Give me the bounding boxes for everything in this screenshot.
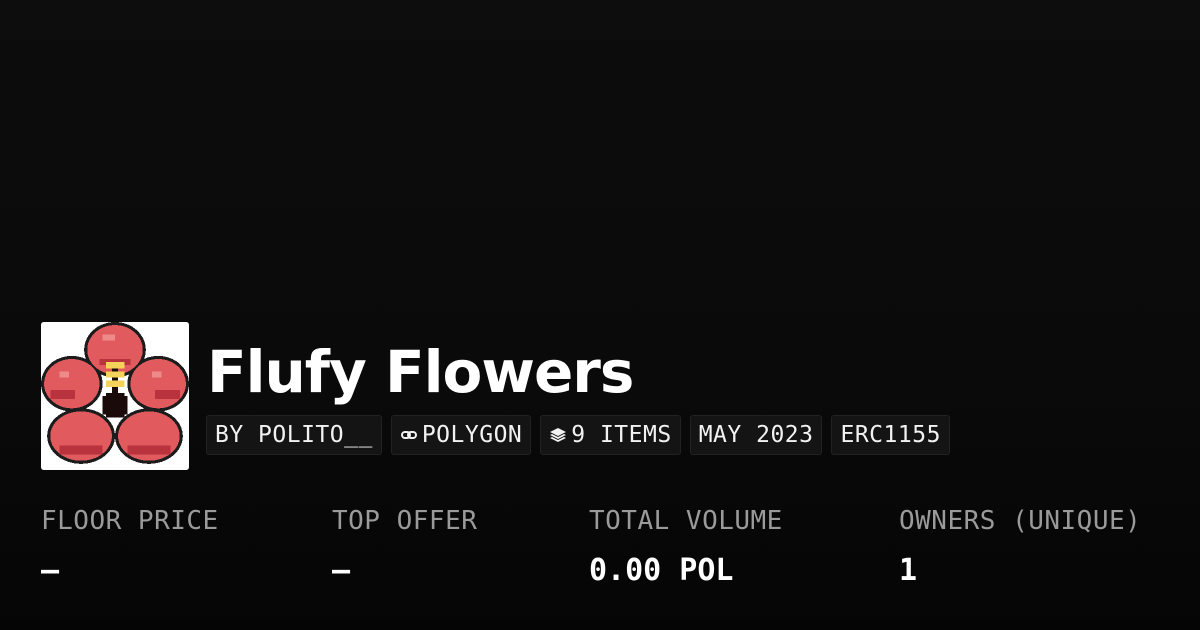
stat-label: TOP OFFER bbox=[332, 506, 478, 536]
stat-label: TOTAL VOLUME bbox=[589, 506, 783, 536]
date-label: MAY 2023 bbox=[698, 422, 814, 448]
stat-value: – bbox=[41, 553, 60, 588]
stat-value: – bbox=[332, 553, 351, 588]
collection-meta-chips: BY POLITO__ POLYGON 9 ITEMS MAY 2023 ERC… bbox=[206, 415, 950, 455]
collection-title: Flufy Flowers bbox=[207, 338, 634, 406]
stat-owners: OWNERS (UNIQUE) 1 bbox=[899, 502, 1141, 590]
standard-chip: ERC1155 bbox=[831, 415, 950, 455]
items-chip[interactable]: 9 ITEMS bbox=[540, 415, 681, 455]
chain-label: POLYGON bbox=[421, 422, 523, 448]
stat-value: 0.00 POL bbox=[589, 553, 734, 588]
stat-floor-price: FLOOR PRICE – bbox=[41, 502, 219, 590]
creator-label: BY POLITO__ bbox=[215, 422, 373, 448]
stat-label: FLOOR PRICE bbox=[41, 506, 219, 536]
creator-chip[interactable]: BY POLITO__ bbox=[206, 415, 382, 455]
date-chip: MAY 2023 bbox=[689, 415, 823, 455]
stat-top-offer: TOP OFFER – bbox=[332, 502, 477, 590]
polygon-link-icon bbox=[400, 426, 418, 444]
stat-value: 1 bbox=[899, 553, 918, 588]
stat-label: OWNERS (UNIQUE) bbox=[899, 506, 1142, 536]
collection-image bbox=[41, 322, 189, 470]
items-label: 9 ITEMS bbox=[571, 422, 672, 448]
standard-label: ERC1155 bbox=[840, 422, 941, 448]
hibiscus-image bbox=[41, 322, 189, 470]
layers-icon bbox=[549, 426, 567, 444]
chain-chip[interactable]: POLYGON bbox=[390, 415, 532, 455]
stat-total-volume: TOTAL VOLUME 0.00 POL bbox=[589, 502, 783, 590]
